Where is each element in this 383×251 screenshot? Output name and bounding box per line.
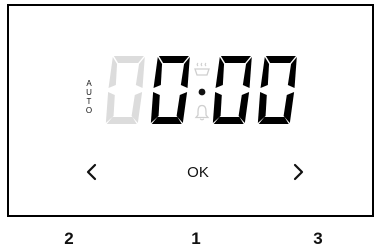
segment-g (155, 87, 186, 94)
segment-f (215, 57, 225, 88)
key-label-center: 1 (191, 229, 201, 248)
ok-button[interactable]: OK (180, 162, 216, 184)
key-label-left: 2 (64, 229, 74, 248)
segment-d (213, 117, 244, 124)
segment-g (110, 87, 141, 94)
segment-a (113, 56, 144, 63)
segment-d (258, 117, 289, 124)
auto-mode-label: AUTO (85, 79, 93, 115)
segment-f (260, 57, 270, 88)
digit-1 (105, 55, 145, 125)
bell-icon (194, 104, 210, 121)
segment-d (151, 117, 182, 124)
previous-arrow-button[interactable]: < (82, 158, 102, 186)
digit-2 (150, 55, 190, 125)
digit-4 (257, 55, 297, 125)
segment-d (106, 117, 137, 124)
segment-f (153, 57, 163, 88)
segment-f (108, 57, 118, 88)
segment-a (158, 56, 189, 63)
digit-3 (212, 55, 252, 125)
time-separator (198, 88, 206, 96)
segment-a (265, 56, 296, 63)
segment-g (262, 87, 293, 94)
segment-a (220, 56, 251, 63)
oven-tray-icon (194, 62, 210, 76)
key-label-right: 3 (313, 229, 323, 248)
next-arrow-button[interactable]: > (288, 158, 308, 186)
segment-g (217, 87, 248, 94)
